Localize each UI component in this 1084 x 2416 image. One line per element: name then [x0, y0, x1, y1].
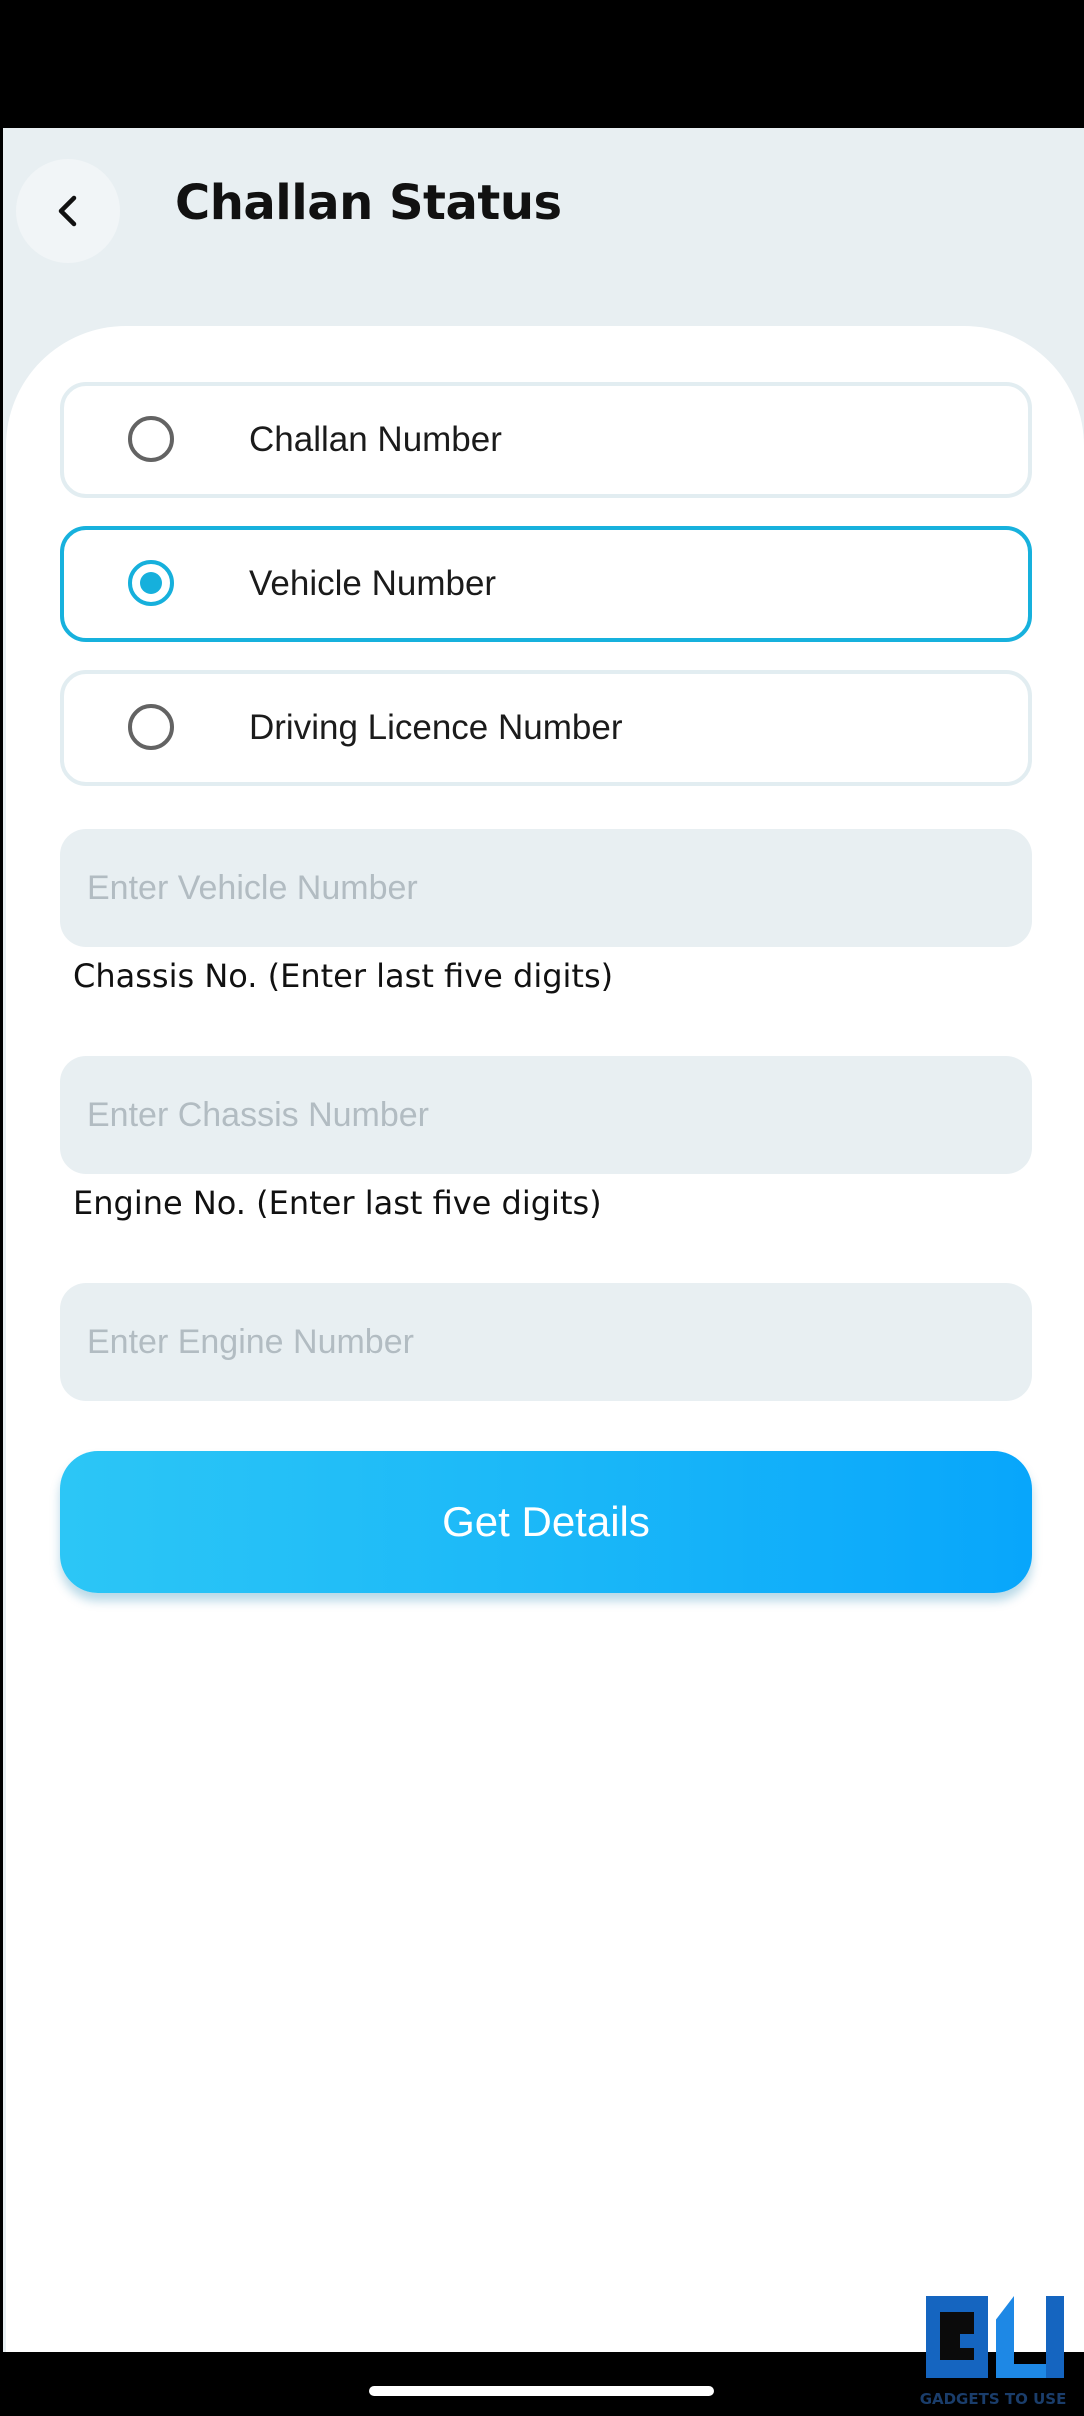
chassis-number-label: Chassis No. (Enter last five digits) [73, 957, 614, 995]
back-button[interactable] [16, 159, 120, 263]
option-label: Challan Number [249, 420, 502, 459]
engine-number-label: Engine No. (Enter last five digits) [73, 1184, 602, 1222]
page-title: Challan Status [175, 175, 562, 231]
engine-number-field [60, 1283, 1032, 1401]
chevron-left-icon [54, 191, 82, 231]
chassis-number-input[interactable] [60, 1056, 1032, 1174]
radio-button-icon[interactable] [128, 704, 174, 750]
home-indicator[interactable] [369, 2386, 714, 2396]
radio-button-icon[interactable] [128, 416, 174, 462]
engine-number-input[interactable] [60, 1283, 1032, 1401]
option-challan-number[interactable]: Challan Number [60, 382, 1032, 498]
radio-dot [140, 572, 162, 594]
challan-status-screen: Challan Status Challan Number Vehicle Nu… [3, 128, 1084, 2352]
status-bar [0, 0, 1084, 128]
vehicle-number-field [60, 829, 1032, 947]
watermark-text: GADGETS TO USE [920, 2390, 1067, 2408]
get-details-button[interactable]: Get Details [60, 1451, 1032, 1593]
get-details-label: Get Details [442, 1498, 650, 1545]
option-vehicle-number[interactable]: Vehicle Number [60, 526, 1032, 642]
gadgets-to-use-logo: GADGETS TO USE [920, 2296, 1067, 2408]
radio-button-checked-icon[interactable] [128, 560, 174, 606]
chassis-number-field [60, 1056, 1032, 1174]
form-card: Challan Number Vehicle Number Driving Li… [6, 326, 1084, 2352]
option-label: Driving Licence Number [249, 708, 623, 747]
option-label: Vehicle Number [249, 564, 497, 603]
vehicle-number-input[interactable] [60, 829, 1032, 947]
option-driving-licence-number[interactable]: Driving Licence Number [60, 670, 1032, 786]
